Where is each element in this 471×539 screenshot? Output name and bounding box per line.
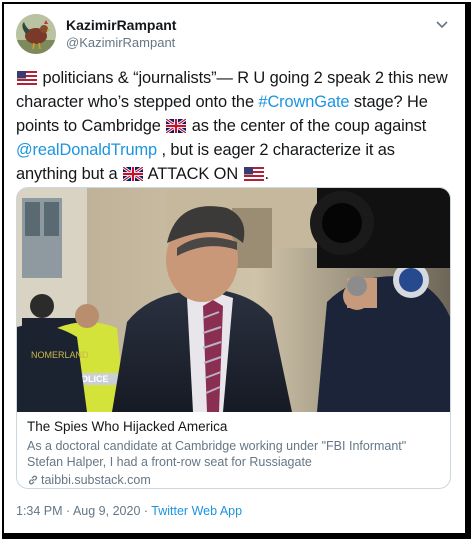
- svg-text:NOMERLAND: NOMERLAND: [31, 350, 89, 360]
- tweet-text-segment: as the center of the coup against: [187, 117, 427, 135]
- tweet-text-segment: ATTACK ON: [144, 165, 243, 183]
- uk-flag-icon: [123, 167, 144, 181]
- card-title[interactable]: The Spies Who Hijacked America: [27, 418, 440, 436]
- link-card[interactable]: POLICE NOMERLAND The Spies Who Hijacked …: [16, 187, 451, 489]
- tweet-meta: 1:34 PM · Aug 9, 2020 · Twitter Web App: [16, 504, 242, 518]
- us-flag-icon: [17, 71, 37, 85]
- us-flag-icon: [243, 167, 264, 181]
- card-image[interactable]: POLICE NOMERLAND: [17, 188, 450, 412]
- avatar[interactable]: [16, 14, 56, 54]
- mention-link[interactable]: @realDonaldTrump: [16, 141, 157, 159]
- card-description: As a doctoral candidate at Cambridge wor…: [27, 439, 407, 469]
- rooster-avatar-image: [16, 14, 56, 54]
- source-link[interactable]: Twitter Web App: [151, 504, 242, 518]
- card-body: The Spies Who Hijacked America As a doct…: [27, 418, 440, 488]
- tweet: KazimirRampant @KazimirRampant politicia…: [4, 4, 465, 533]
- user-handle[interactable]: @KazimirRampant: [66, 35, 175, 50]
- tweet-text: politicians & “journalists”— R U going 2…: [16, 66, 456, 186]
- card-domain-text: taibbi.substack.com: [41, 473, 151, 487]
- hashtag-link[interactable]: #CrownGate: [258, 93, 349, 111]
- tweet-text-segment: .: [264, 165, 270, 183]
- display-name[interactable]: KazimirRampant: [66, 17, 176, 33]
- screenshot-frame: KazimirRampant @KazimirRampant politicia…: [2, 2, 471, 539]
- timestamp[interactable]: 1:34 PM · Aug 9, 2020 ·: [16, 504, 151, 518]
- chevron-down-icon[interactable]: [436, 20, 448, 30]
- uk-flag-icon: [166, 119, 187, 133]
- card-domain[interactable]: taibbi.substack.com: [27, 472, 440, 488]
- link-icon: [28, 475, 38, 485]
